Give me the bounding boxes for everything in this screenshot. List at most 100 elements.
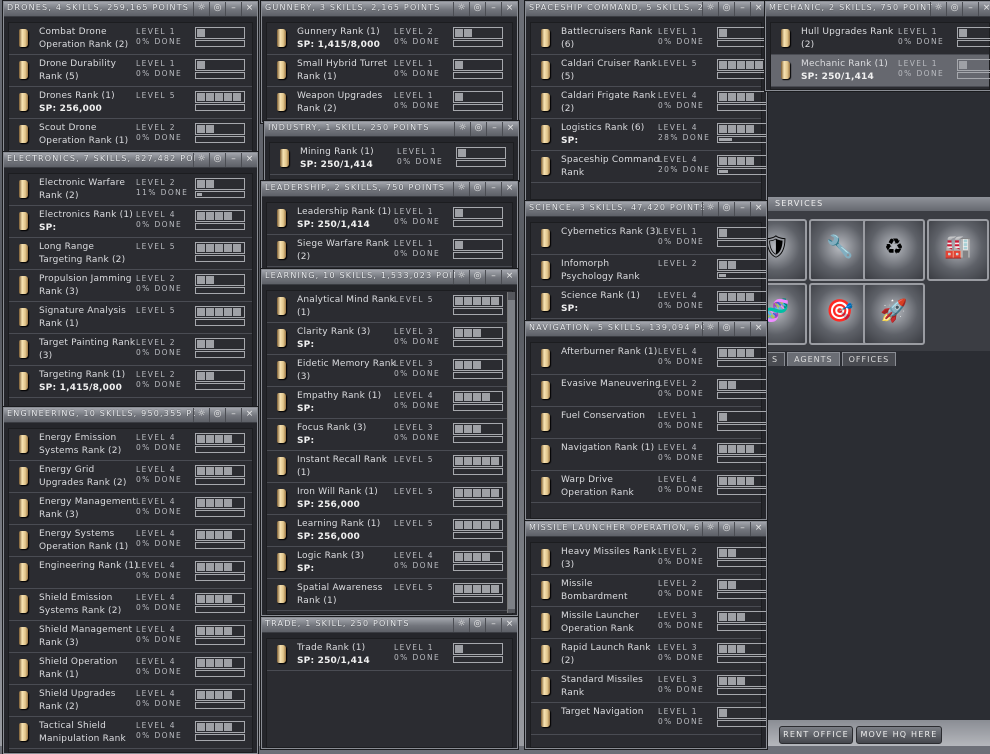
minimize-icon[interactable]: – bbox=[962, 2, 978, 16]
skill-row[interactable]: Spaceship Command Rank LEVEL 4 20% DONE bbox=[531, 151, 766, 183]
close-icon[interactable]: × bbox=[502, 122, 518, 136]
skill-row[interactable]: Instant Recall Rank (1) LEVEL 5 bbox=[267, 451, 512, 483]
window-header[interactable]: NAVIGATION, 5 SKILLS, 139,094 PO ☼ ◎ – × bbox=[526, 322, 766, 337]
tab-agents[interactable]: AGENTS bbox=[787, 352, 840, 366]
skill-row[interactable]: Spatial Awareness Rank (1) LEVEL 5 bbox=[267, 579, 512, 611]
window-header[interactable]: LEADERSHIP, 2 SKILLS, 750 POINTS ☼ ◎ – × bbox=[262, 182, 517, 197]
scrollbar[interactable] bbox=[507, 292, 515, 613]
pin-icon[interactable]: ☼ bbox=[453, 270, 469, 284]
skill-row[interactable]: Evasive Maneuvering LEVEL 2 0% DONE bbox=[531, 375, 766, 407]
minimize-icon[interactable]: – bbox=[485, 182, 501, 196]
skill-row[interactable]: Infomorph Psychology Rank LEVEL 2 bbox=[531, 255, 766, 287]
window-header[interactable]: LEARNING, 10 SKILLS, 1,533,023 POINTS ☼ ◎ –… bbox=[262, 270, 517, 285]
skill-row[interactable]: Tactical Shield Manipulation Rank LEVEL 4… bbox=[9, 717, 252, 749]
bounty-office-icon[interactable]: 🎯 bbox=[809, 283, 871, 345]
skill-row[interactable]: Clarity Rank (3) SP: LEVEL 3 0% DONE bbox=[267, 323, 512, 355]
pin-icon[interactable]: ☼ bbox=[702, 322, 718, 336]
minimize-icon[interactable]: – bbox=[734, 2, 750, 16]
close-icon[interactable]: × bbox=[750, 2, 766, 16]
ship-hangar-icon[interactable]: 🚀 bbox=[863, 283, 925, 345]
skill-row[interactable]: Siege Warfare Rank (2) LEVEL 1 0% DONE bbox=[267, 235, 512, 267]
tab-offices[interactable]: OFFICES bbox=[841, 352, 897, 366]
skill-row[interactable]: Learning Rank (1) SP: 256,000 LEVEL 5 bbox=[267, 515, 512, 547]
skill-row[interactable]: Heavy Missiles Rank (3) LEVEL 2 0% DONE bbox=[531, 543, 766, 575]
skill-row[interactable]: Missile Launcher Operation Rank LEVEL 3 0%… bbox=[531, 607, 766, 639]
skill-row[interactable]: Signature Analysis Rank (1) LEVEL 5 bbox=[9, 302, 252, 334]
compact-icon[interactable]: ◎ bbox=[469, 182, 485, 196]
skill-row[interactable]: Engineering Rank (1) LEVEL 4 0% DONE bbox=[9, 557, 252, 589]
skill-row[interactable]: Mining Rank (1) SP: 250/1,414 LEVEL 1 0% DO… bbox=[270, 143, 513, 175]
close-icon[interactable]: × bbox=[241, 408, 257, 422]
pin-icon[interactable]: ☼ bbox=[453, 182, 469, 196]
skill-row[interactable]: Caldari Frigate Rank (2) LEVEL 4 0% DONE bbox=[531, 87, 766, 119]
rent-office-button[interactable]: RENT OFFICE bbox=[779, 726, 853, 744]
minimize-icon[interactable]: – bbox=[485, 618, 501, 632]
minimize-icon[interactable]: – bbox=[485, 270, 501, 284]
close-icon[interactable]: × bbox=[241, 153, 257, 167]
fitting-icon[interactable]: 🔧 bbox=[809, 219, 871, 281]
skill-row[interactable]: Shield Upgrades Rank (2) LEVEL 4 0% DONE bbox=[9, 685, 252, 717]
window-header[interactable]: GUNNERY, 3 SKILLS, 2,165 POINTS ☼ ◎ – × bbox=[262, 2, 517, 17]
close-icon[interactable]: × bbox=[750, 322, 766, 336]
pin-icon[interactable]: ☼ bbox=[930, 2, 946, 16]
window-header[interactable]: MISSILE LAUNCHER OPERATION, 6 S ☼ ◎ – × bbox=[526, 522, 766, 537]
skill-row[interactable]: Logic Rank (3) SP: LEVEL 4 0% DONE bbox=[267, 547, 512, 579]
skill-row[interactable]: Afterburner Rank (1) LEVEL 4 0% DONE bbox=[531, 343, 766, 375]
compact-icon[interactable]: ◎ bbox=[209, 153, 225, 167]
skill-row[interactable]: Standard Missiles Rank LEVEL 3 0% DONE bbox=[531, 671, 766, 703]
pin-icon[interactable]: ☼ bbox=[454, 122, 470, 136]
pin-icon[interactable]: ☼ bbox=[193, 153, 209, 167]
skill-row[interactable]: Mechanic Rank (1) SP: 250/1,414 LEVEL 1 0% … bbox=[771, 55, 990, 87]
minimize-icon[interactable]: – bbox=[485, 2, 501, 16]
pin-icon[interactable]: ☼ bbox=[453, 2, 469, 16]
skill-row[interactable]: Empathy Rank (1) SP: LEVEL 4 0% DONE bbox=[267, 387, 512, 419]
compact-icon[interactable]: ◎ bbox=[718, 2, 734, 16]
compact-icon[interactable]: ◎ bbox=[469, 2, 485, 16]
window-header[interactable]: SCIENCE, 3 SKILLS, 47,420 POINTS (☼ ◎ – × bbox=[526, 202, 766, 217]
close-icon[interactable]: × bbox=[501, 2, 517, 16]
skill-row[interactable]: Hull Upgrades Rank (2) LEVEL 1 0% DONE bbox=[771, 23, 990, 55]
close-icon[interactable]: × bbox=[750, 522, 766, 536]
minimize-icon[interactable]: – bbox=[734, 322, 750, 336]
skill-row[interactable]: Target Navigation LEVEL 1 0% DONE bbox=[531, 703, 766, 735]
skill-row[interactable]: Cybernetics Rank (3) LEVEL 1 0% DONE bbox=[531, 223, 766, 255]
compact-icon[interactable]: ◎ bbox=[209, 408, 225, 422]
skill-row[interactable]: Trade Rank (1) SP: 250/1,414 LEVEL 1 0% DON… bbox=[267, 639, 512, 671]
skill-row[interactable]: Logistics Rank (6) SP: LEVEL 4 28% DONE bbox=[531, 119, 766, 151]
skill-row[interactable]: Drone Durability Rank (5) LEVEL 1 0% DONE bbox=[9, 55, 252, 87]
minimize-icon[interactable]: – bbox=[225, 2, 241, 16]
skill-row[interactable]: Navigation Rank (1) LEVEL 4 0% DONE bbox=[531, 439, 766, 471]
minimize-icon[interactable]: – bbox=[734, 202, 750, 216]
skill-row[interactable]: Caldari Cruiser Rank (5) LEVEL 5 bbox=[531, 55, 766, 87]
close-icon[interactable]: × bbox=[501, 270, 517, 284]
minimize-icon[interactable]: – bbox=[734, 522, 750, 536]
compact-icon[interactable]: ◎ bbox=[718, 202, 734, 216]
skill-row[interactable]: Propulsion Jamming Rank (3) LEVEL 2 0% DON… bbox=[9, 270, 252, 302]
pin-icon[interactable]: ☼ bbox=[702, 2, 718, 16]
skill-row[interactable]: Energy Systems Operation Rank (1) LEVEL 4… bbox=[9, 525, 252, 557]
skill-row[interactable]: Drones Rank (1) SP: 256,000 LEVEL 5 bbox=[9, 87, 252, 119]
skill-row[interactable]: Leadership Rank (1) SP: 250/1,414 LEVEL 10… bbox=[267, 203, 512, 235]
window-header[interactable]: TRADE, 1 SKILL, 250 POINTS ☼ ◎ – × bbox=[262, 618, 517, 633]
skill-row[interactable]: Energy Grid Upgrades Rank (2) LEVEL 4 0% D… bbox=[9, 461, 252, 493]
pin-icon[interactable]: ☼ bbox=[193, 408, 209, 422]
skill-row[interactable]: Rapid Launch Rank (2) LEVEL 3 0% DONE bbox=[531, 639, 766, 671]
close-icon[interactable]: × bbox=[978, 2, 990, 16]
skill-row[interactable]: Missile Bombardment LEVEL 2 0% DONE bbox=[531, 575, 766, 607]
move-hq-button[interactable]: MOVE HQ HERE bbox=[856, 726, 942, 744]
window-header[interactable]: ELECTRONICS, 7 SKILLS, 827,482 POINTS☼◎–… bbox=[4, 153, 257, 168]
skill-row[interactable]: Eidetic Memory Rank (3) LEVEL 3 0% DONE bbox=[267, 355, 512, 387]
skill-row[interactable]: Iron Will Rank (1) SP: 256,000 LEVEL 5 bbox=[267, 483, 512, 515]
compact-icon[interactable]: ◎ bbox=[946, 2, 962, 16]
skill-row[interactable]: Electronic Warfare Rank (2) LEVEL 2 11% DO… bbox=[9, 174, 252, 206]
pin-icon[interactable]: ☼ bbox=[702, 202, 718, 216]
skill-row[interactable]: Shield Emission Systems Rank (2) LEVEL 40… bbox=[9, 589, 252, 621]
compact-icon[interactable]: ◎ bbox=[718, 522, 734, 536]
close-icon[interactable]: × bbox=[241, 2, 257, 16]
compact-icon[interactable]: ◎ bbox=[470, 122, 486, 136]
skill-row[interactable]: Target Painting Rank (3) LEVEL 2 0% DONE bbox=[9, 334, 252, 366]
window-header[interactable]: ENGINEERING, 10 SKILLS, 950,355 POINTS☼◎… bbox=[4, 408, 257, 423]
skill-row[interactable]: Energy Management Rank (3) LEVEL 4 0% DONE bbox=[9, 493, 252, 525]
skill-row[interactable]: Combat Drone Operation Rank (2) LEVEL 1 0%… bbox=[9, 23, 252, 55]
skill-row[interactable]: Shield Operation Rank (1) LEVEL 4 0% DONE bbox=[9, 653, 252, 685]
